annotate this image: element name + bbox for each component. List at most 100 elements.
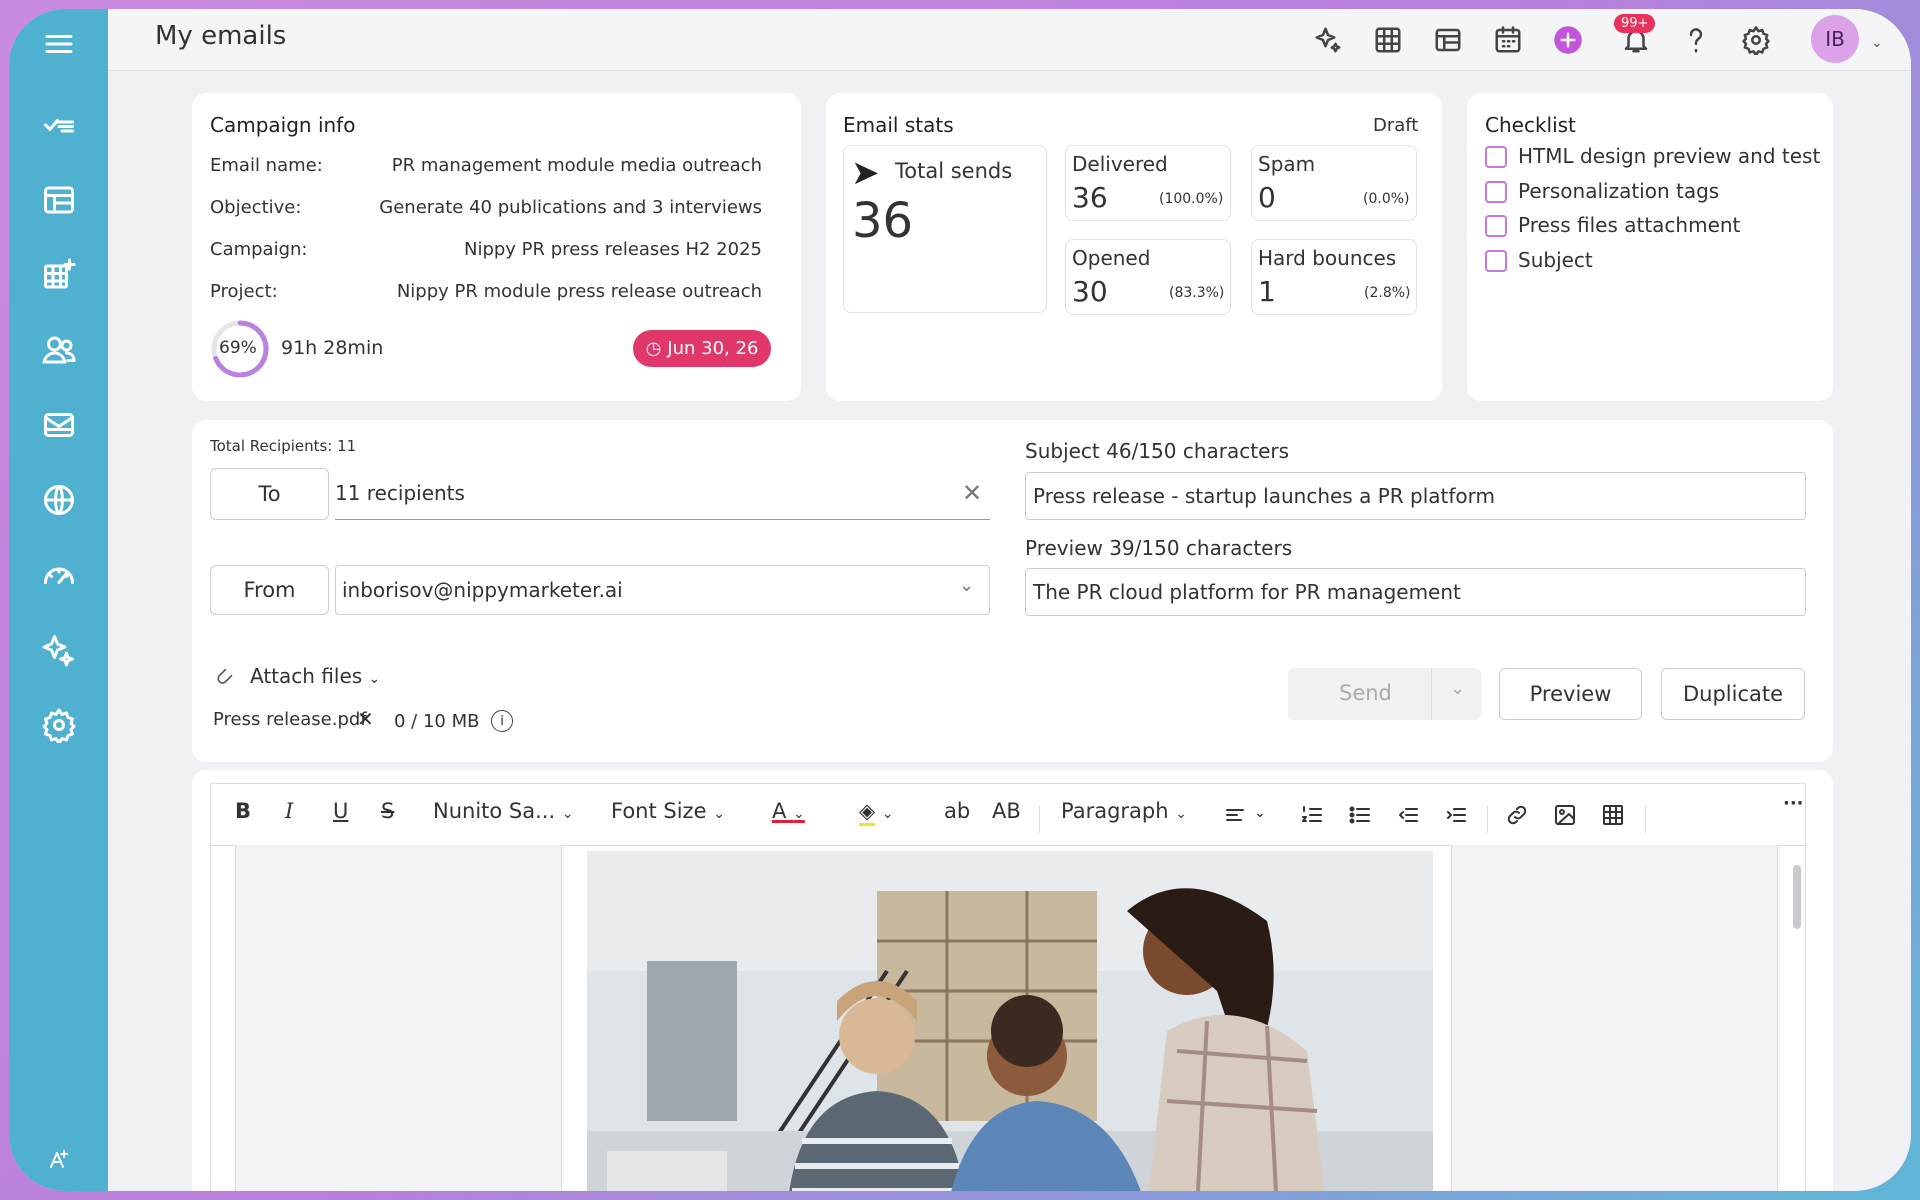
globe-icon[interactable] [34,475,84,525]
remove-attachment-icon[interactable]: ✕ [357,707,374,731]
notifications-badge: 99+ [1614,14,1656,33]
delivered-label: Delivered [1072,152,1168,176]
send-icon: ➤ [851,153,880,193]
avatar[interactable]: IB [1811,15,1859,63]
align-icon[interactable] [1217,797,1253,833]
send-button[interactable]: Send [1339,681,1392,705]
sidebar [9,9,108,1191]
email-name-value: PR management module media outreach [391,155,762,176]
ordered-list-icon[interactable] [1294,797,1330,833]
checklist-item-1: HTML design preview and test [1518,144,1821,168]
checklist-checkbox-4[interactable] [1485,250,1507,272]
hard-bounces-pct: (2.8%) [1364,285,1411,301]
accessibility-icon[interactable] [34,1134,84,1184]
project-label: Project: [210,281,278,302]
divider [1645,805,1646,833]
contacts-icon[interactable] [34,325,84,375]
table-icon[interactable] [1369,21,1407,59]
checklist-checkbox-2[interactable] [1485,181,1507,203]
checklist-card [1467,93,1833,401]
progress-label: 69% [219,338,257,358]
project-value: Nippy PR module press release outreach [396,281,762,302]
menu-icon[interactable] [34,19,84,69]
board-view-icon[interactable] [1429,21,1467,59]
settings-icon[interactable] [34,700,84,750]
campaign-label: Campaign: [210,239,308,260]
spam-value: 0 [1258,181,1276,214]
total-sends-value: 36 [852,193,914,249]
image-icon[interactable] [1547,797,1583,833]
italic-button[interactable]: I [285,799,293,823]
attachment-name: Press release.pdf [213,709,367,730]
hard-bounces-value: 1 [1258,275,1276,308]
chevron-down-icon[interactable]: ⌄ [1871,35,1883,51]
team-photo-illustration [587,851,1433,1191]
preview-button[interactable]: Preview [1499,668,1642,720]
spam-label: Spam [1258,152,1316,176]
checklist-item-4: Subject [1518,248,1593,272]
send-divider [1431,668,1432,720]
strikethrough-button[interactable]: S [381,799,394,823]
text-color-button[interactable]: A ⌄ [772,799,805,823]
checklist-title: Checklist [1485,113,1576,137]
speedometer-icon[interactable] [34,550,84,600]
bold-button[interactable]: B [235,799,251,823]
highlight-color-button[interactable]: ◈ ⌄ [859,799,894,826]
chevron-down-icon[interactable]: ⌄ [959,575,974,596]
attach-files-button[interactable]: Attach files ⌄ [250,664,380,688]
table-insert-icon[interactable] [1595,797,1631,833]
ai-sparkles-icon[interactable] [1309,21,1347,59]
total-recipients: Total Recipients: 11 [210,437,357,455]
from-button[interactable]: From [210,565,329,615]
spam-pct: (0.0%) [1363,191,1410,207]
help-icon[interactable] [1677,21,1715,59]
info-icon[interactable]: i [491,710,513,732]
due-date: Jun 30, 26 [667,338,759,359]
sparkles-icon[interactable] [34,625,84,675]
bullet-list-icon[interactable] [1342,797,1378,833]
campaign-info-title: Campaign info [210,113,356,137]
chevron-down-icon[interactable]: ⌄ [1254,805,1266,821]
link-icon[interactable] [1499,797,1535,833]
font-size-select[interactable]: Font Size ⌄ [611,799,725,823]
paragraph-select[interactable]: Paragraph ⌄ [1061,799,1187,823]
to-button[interactable]: To [210,468,329,520]
email-left-gutter [235,845,562,1191]
indent-icon[interactable] [1438,797,1474,833]
gear-icon[interactable] [1737,21,1775,59]
email-stats-title: Email stats [843,113,954,137]
subject-label: Subject 46/150 characters [1025,439,1290,463]
status-badge: Draft [1373,115,1419,136]
due-date-badge: ◷ Jun 30, 26 [633,330,771,367]
font-family-select[interactable]: Nunito Sa... ⌄ [433,799,574,823]
outdent-icon[interactable] [1390,797,1426,833]
board-icon[interactable] [34,175,84,225]
total-sends-label: Total sends [895,159,1013,183]
underline-button[interactable]: U [333,799,348,823]
scrollbar-thumb[interactable] [1793,865,1801,929]
more-options-button[interactable]: ··· [1783,793,1804,814]
email-icon[interactable] [34,400,84,450]
checklist-checkbox-1[interactable] [1485,146,1507,168]
uppercase-button[interactable]: AB [992,799,1021,823]
duplicate-button[interactable]: Duplicate [1661,668,1805,720]
divider [1039,805,1040,833]
opened-pct: (83.3%) [1169,285,1225,301]
email-hero-image[interactable] [587,851,1433,1191]
checklist-checkbox-3[interactable] [1485,215,1507,237]
lowercase-button[interactable]: ab [944,799,970,823]
delivered-value: 36 [1072,181,1108,214]
add-icon[interactable] [1549,21,1587,59]
chevron-down-icon[interactable]: ⌄ [1450,678,1465,699]
objective-value: Generate 40 publications and 3 interview… [379,197,762,218]
table-add-icon[interactable] [34,250,84,300]
page-title: My emails [155,21,287,51]
email-right-gutter [1451,845,1778,1191]
checklist-item-2: Personalization tags [1518,179,1720,203]
time-spent: 91h 28min [281,337,384,359]
clock-icon: ◷ [645,338,662,359]
tasks-icon[interactable] [34,100,84,150]
checklist-item-3: Press files attachment [1518,213,1741,237]
clear-icon[interactable]: ✕ [962,479,982,507]
calendar-icon[interactable] [1489,21,1527,59]
